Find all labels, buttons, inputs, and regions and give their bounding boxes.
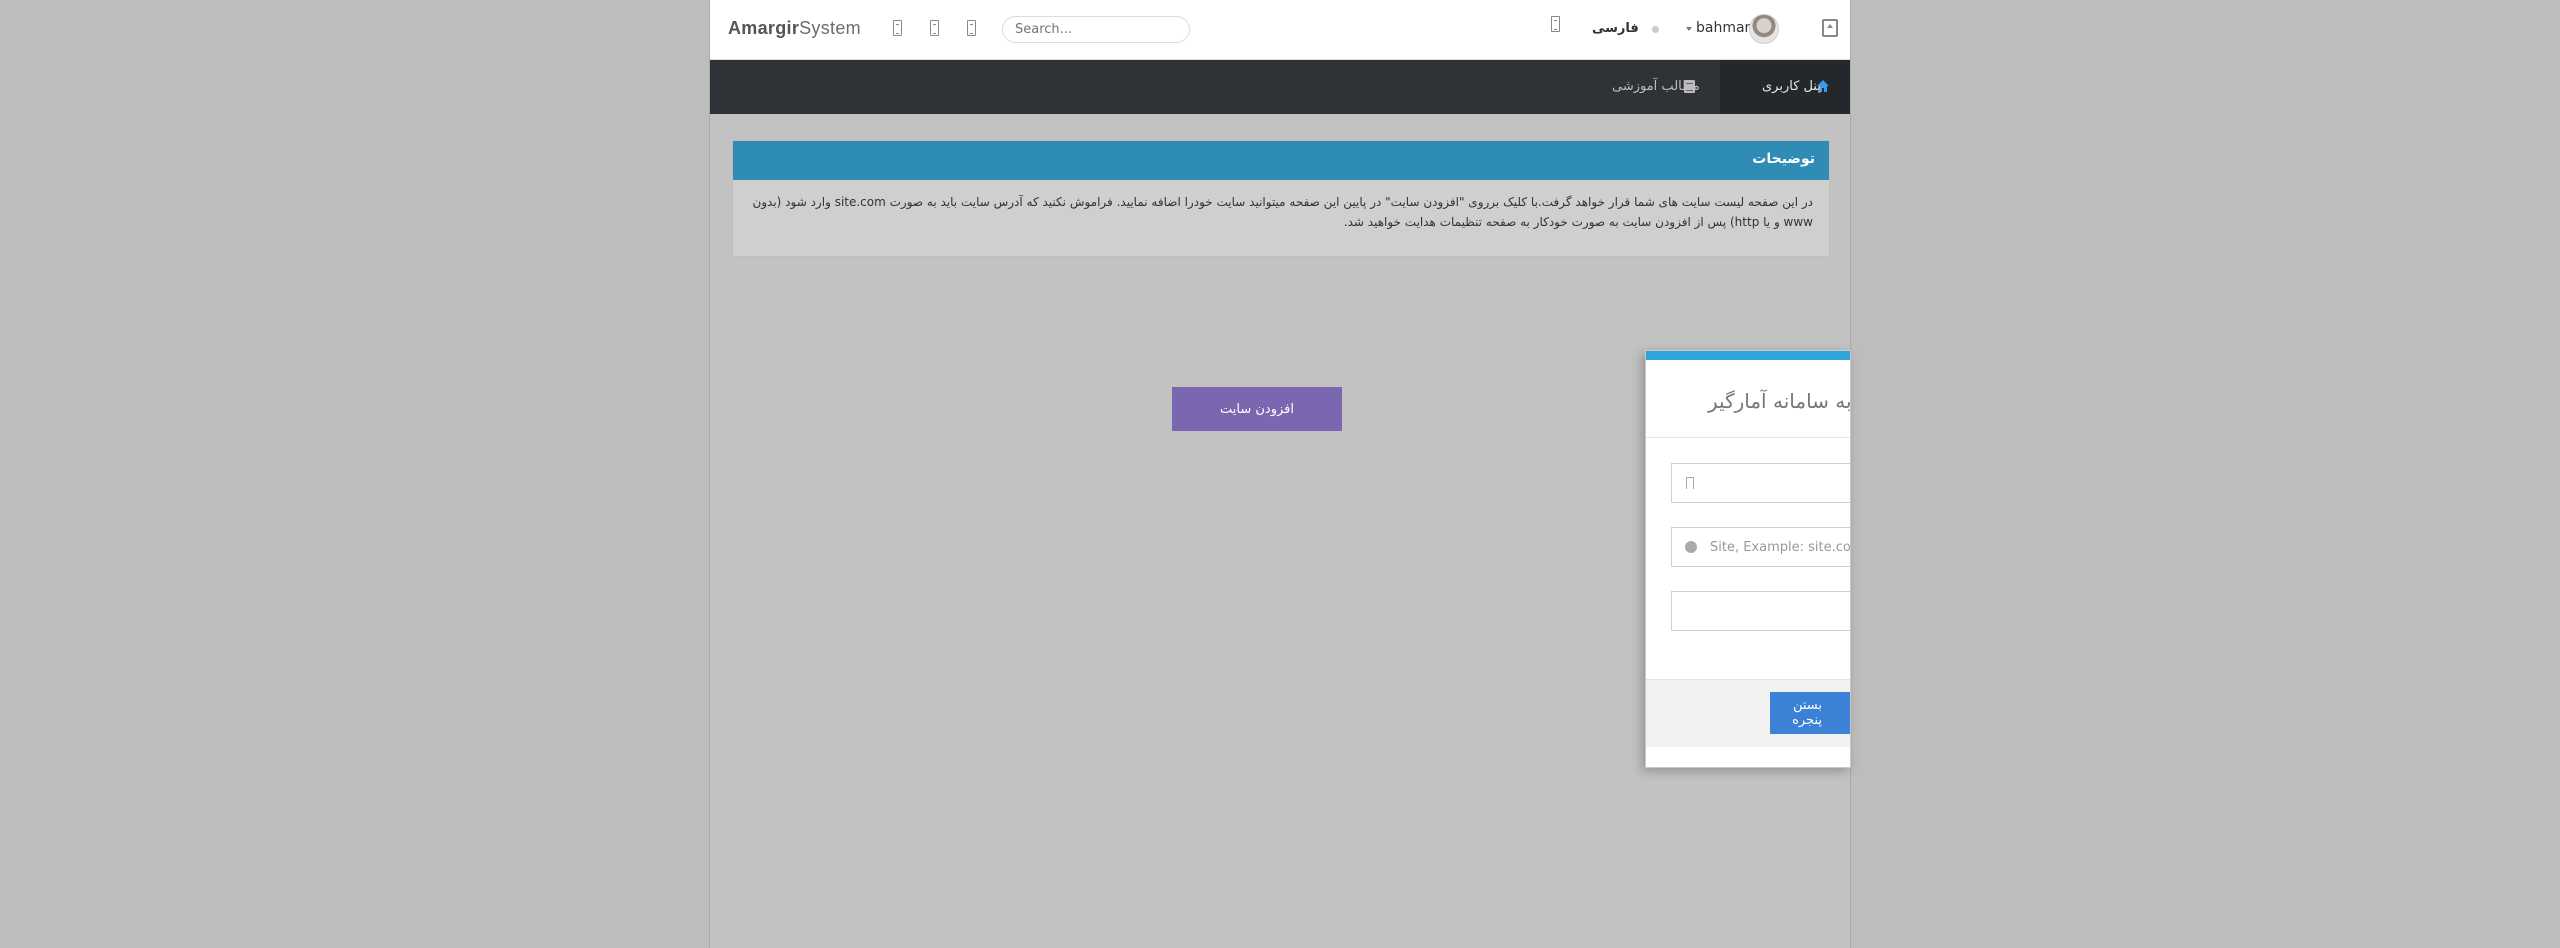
description-text: در این صفحه لیست سایت های شما قرار خواهد… (752, 195, 1813, 229)
status-dot (1652, 26, 1659, 33)
tablet-icon[interactable] (930, 20, 939, 36)
site-name-input[interactable] (1671, 463, 1850, 503)
extra-input[interactable] (1671, 591, 1850, 631)
close-modal-button[interactable]: بستن پنجره (1770, 692, 1850, 734)
chevron-down-icon[interactable] (1686, 27, 1692, 31)
avatar[interactable] (1749, 14, 1779, 44)
notification-icon[interactable] (1551, 16, 1560, 32)
description-title: توضیحات (733, 141, 1829, 180)
nav-item-dashboard-label[interactable]: پنل کاربری (1762, 79, 1821, 94)
add-site-modal: افزودن سایت به سامانه آمارگیر Site, Exam… (1645, 350, 1851, 768)
add-site-button[interactable]: افزودن سایت (1172, 387, 1342, 431)
top-bar: AmargirSystem فارسی bahman (710, 0, 1850, 60)
brand-bold-text: Amargir (728, 18, 800, 38)
nav-item-tutorials-label[interactable]: مطالب آموزشی (1612, 79, 1700, 94)
collapse-icon[interactable] (1822, 19, 1838, 37)
modal-divider (1646, 437, 1850, 438)
site-url-placeholder: Site, Example: site.com (1710, 540, 1851, 555)
search-input[interactable] (1002, 16, 1190, 43)
user-name[interactable]: bahman (1696, 20, 1753, 36)
globe-icon (1685, 541, 1697, 553)
brand-light-text: System (799, 18, 861, 38)
main-nav: پنل کاربری مطالب آموزشی (710, 60, 1850, 114)
site-url-input[interactable]: Site, Example: site.com (1671, 527, 1851, 567)
bookmark-icon (1686, 477, 1694, 489)
language-selector[interactable]: فارسی (1592, 21, 1639, 36)
modal-title: افزودن سایت به سامانه آمارگیر (1708, 389, 1851, 413)
mobile-icon[interactable] (893, 20, 902, 36)
modal-accent-bar (1646, 351, 1850, 360)
device-icon[interactable] (967, 20, 976, 36)
description-panel: توضیحات در این صفحه لیست سایت های شما قر… (732, 140, 1830, 257)
brand-logo[interactable]: AmargirSystem (728, 18, 861, 39)
